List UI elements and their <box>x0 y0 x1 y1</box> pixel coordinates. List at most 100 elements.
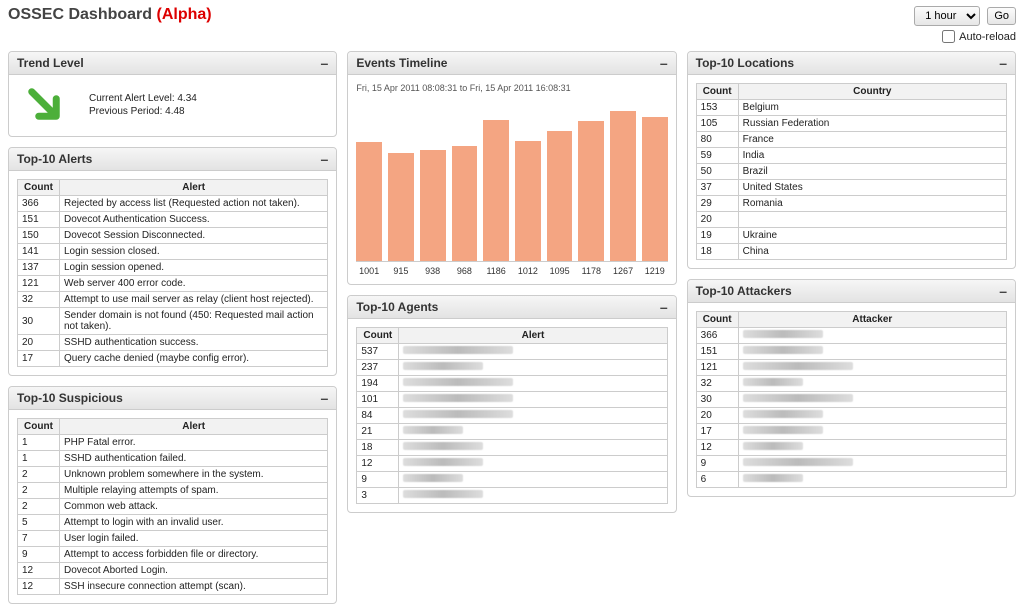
table-cell: 59 <box>696 148 738 164</box>
table-cell <box>399 376 667 392</box>
panel-body: CountAttacker366151121323020171296 <box>688 303 1015 496</box>
table-row: 50Brazil <box>696 164 1006 180</box>
table-cell: 32 <box>18 292 60 308</box>
top-attackers-table: CountAttacker366151121323020171296 <box>696 311 1007 488</box>
table-cell: Belgium <box>738 100 1006 116</box>
table-cell: 32 <box>696 376 738 392</box>
redacted-value <box>743 410 823 418</box>
table-cell: 121 <box>696 360 738 376</box>
table-row: 6 <box>696 472 1006 488</box>
table-cell: Sender domain is not found (450: Request… <box>60 308 328 335</box>
table-cell: Rejected by access list (Requested actio… <box>60 196 328 212</box>
table-cell: 537 <box>357 344 399 360</box>
collapse-icon[interactable]: – <box>321 58 329 68</box>
table-cell: 237 <box>357 360 399 376</box>
timeline-chart <box>356 97 667 262</box>
table-row: 3 <box>357 488 667 504</box>
table-cell: 21 <box>357 424 399 440</box>
table-row: 18China <box>696 244 1006 260</box>
table-cell: Login session opened. <box>60 260 328 276</box>
table-row: 32Attempt to use mail server as relay (c… <box>18 292 328 308</box>
table-cell <box>738 408 1006 424</box>
table-cell: Login session closed. <box>60 244 328 260</box>
table-cell <box>738 424 1006 440</box>
table-cell: 37 <box>696 180 738 196</box>
collapse-icon[interactable]: – <box>321 154 329 164</box>
collapse-icon[interactable]: – <box>660 302 668 312</box>
panel-head: Top-10 Attackers – <box>688 280 1015 303</box>
table-cell: 9 <box>696 456 738 472</box>
chart-bar-label: 1012 <box>515 266 541 276</box>
table-cell: 1 <box>18 451 60 467</box>
redacted-value <box>403 378 513 386</box>
chart-bar <box>356 142 382 261</box>
table-cell: 20 <box>18 335 60 351</box>
table-cell <box>738 376 1006 392</box>
chart-bar <box>515 141 541 261</box>
table-row: 9 <box>696 456 1006 472</box>
redacted-value <box>743 346 823 354</box>
autoreload-toggle[interactable]: Auto-reload <box>914 30 1016 43</box>
redacted-value <box>743 378 803 386</box>
table-row: 18 <box>357 440 667 456</box>
chart-bar-fill <box>578 121 604 261</box>
trend-previous: Previous Period: 4.48 <box>89 106 197 117</box>
table-row: 12Dovecot Aborted Login. <box>18 563 328 579</box>
table-cell: PHP Fatal error. <box>60 435 328 451</box>
panel-body: CountAlert5372371941018421181293 <box>348 319 675 512</box>
redacted-value <box>743 362 853 370</box>
table-cell: India <box>738 148 1006 164</box>
table-cell: Common web attack. <box>60 499 328 515</box>
redacted-value <box>743 442 803 450</box>
chart-bar-fill <box>610 111 636 261</box>
redacted-value <box>403 490 483 498</box>
table-cell: Attempt to login with an invalid user. <box>60 515 328 531</box>
redacted-value <box>403 474 463 482</box>
table-cell <box>738 472 1006 488</box>
collapse-icon[interactable]: – <box>999 58 1007 68</box>
autoreload-checkbox[interactable] <box>942 30 955 43</box>
chart-bar <box>420 150 446 261</box>
collapse-icon[interactable]: – <box>321 393 329 403</box>
table-row: 537 <box>357 344 667 360</box>
chart-bar-label: 1219 <box>642 266 668 276</box>
table-row: 237 <box>357 360 667 376</box>
table-header: Count <box>696 312 738 328</box>
table-row: 59India <box>696 148 1006 164</box>
chart-bar <box>547 131 573 261</box>
table-row: 20 <box>696 408 1006 424</box>
redacted-value <box>743 474 803 482</box>
table-cell: 20 <box>696 408 738 424</box>
table-cell: 6 <box>696 472 738 488</box>
table-cell: 9 <box>357 472 399 488</box>
table-cell: 153 <box>696 100 738 116</box>
table-cell: 30 <box>696 392 738 408</box>
table-header: Count <box>18 419 60 435</box>
chart-bar-label: 1267 <box>610 266 636 276</box>
table-cell: Web server 400 error code. <box>60 276 328 292</box>
table-cell <box>738 440 1006 456</box>
panel-title: Top-10 Attackers <box>696 284 792 298</box>
table-row: 1PHP Fatal error. <box>18 435 328 451</box>
table-cell: 1 <box>18 435 60 451</box>
table-cell: 12 <box>18 579 60 595</box>
table-cell <box>738 456 1006 472</box>
table-row: 12SSH insecure connection attempt (scan)… <box>18 579 328 595</box>
table-row: 7User login failed. <box>18 531 328 547</box>
collapse-icon[interactable]: – <box>999 286 1007 296</box>
collapse-icon[interactable]: – <box>660 58 668 68</box>
table-cell: 3 <box>357 488 399 504</box>
redacted-value <box>403 458 483 466</box>
table-row: 105Russian Federation <box>696 116 1006 132</box>
table-header: Alert <box>60 180 328 196</box>
table-cell: 29 <box>696 196 738 212</box>
table-cell: SSHD authentication success. <box>60 335 328 351</box>
table-row: 2Multiple relaying attempts of spam. <box>18 483 328 499</box>
column-middle: Events Timeline – Fri, 15 Apr 2011 08:08… <box>347 51 676 513</box>
trend-current: Current Alert Level: 4.34 <box>89 93 197 104</box>
table-row: 32 <box>696 376 1006 392</box>
panel-head: Top-10 Alerts – <box>9 148 336 171</box>
time-range-select[interactable]: 1 hour <box>914 6 980 26</box>
table-cell: 151 <box>18 212 60 228</box>
go-button[interactable]: Go <box>987 7 1016 25</box>
